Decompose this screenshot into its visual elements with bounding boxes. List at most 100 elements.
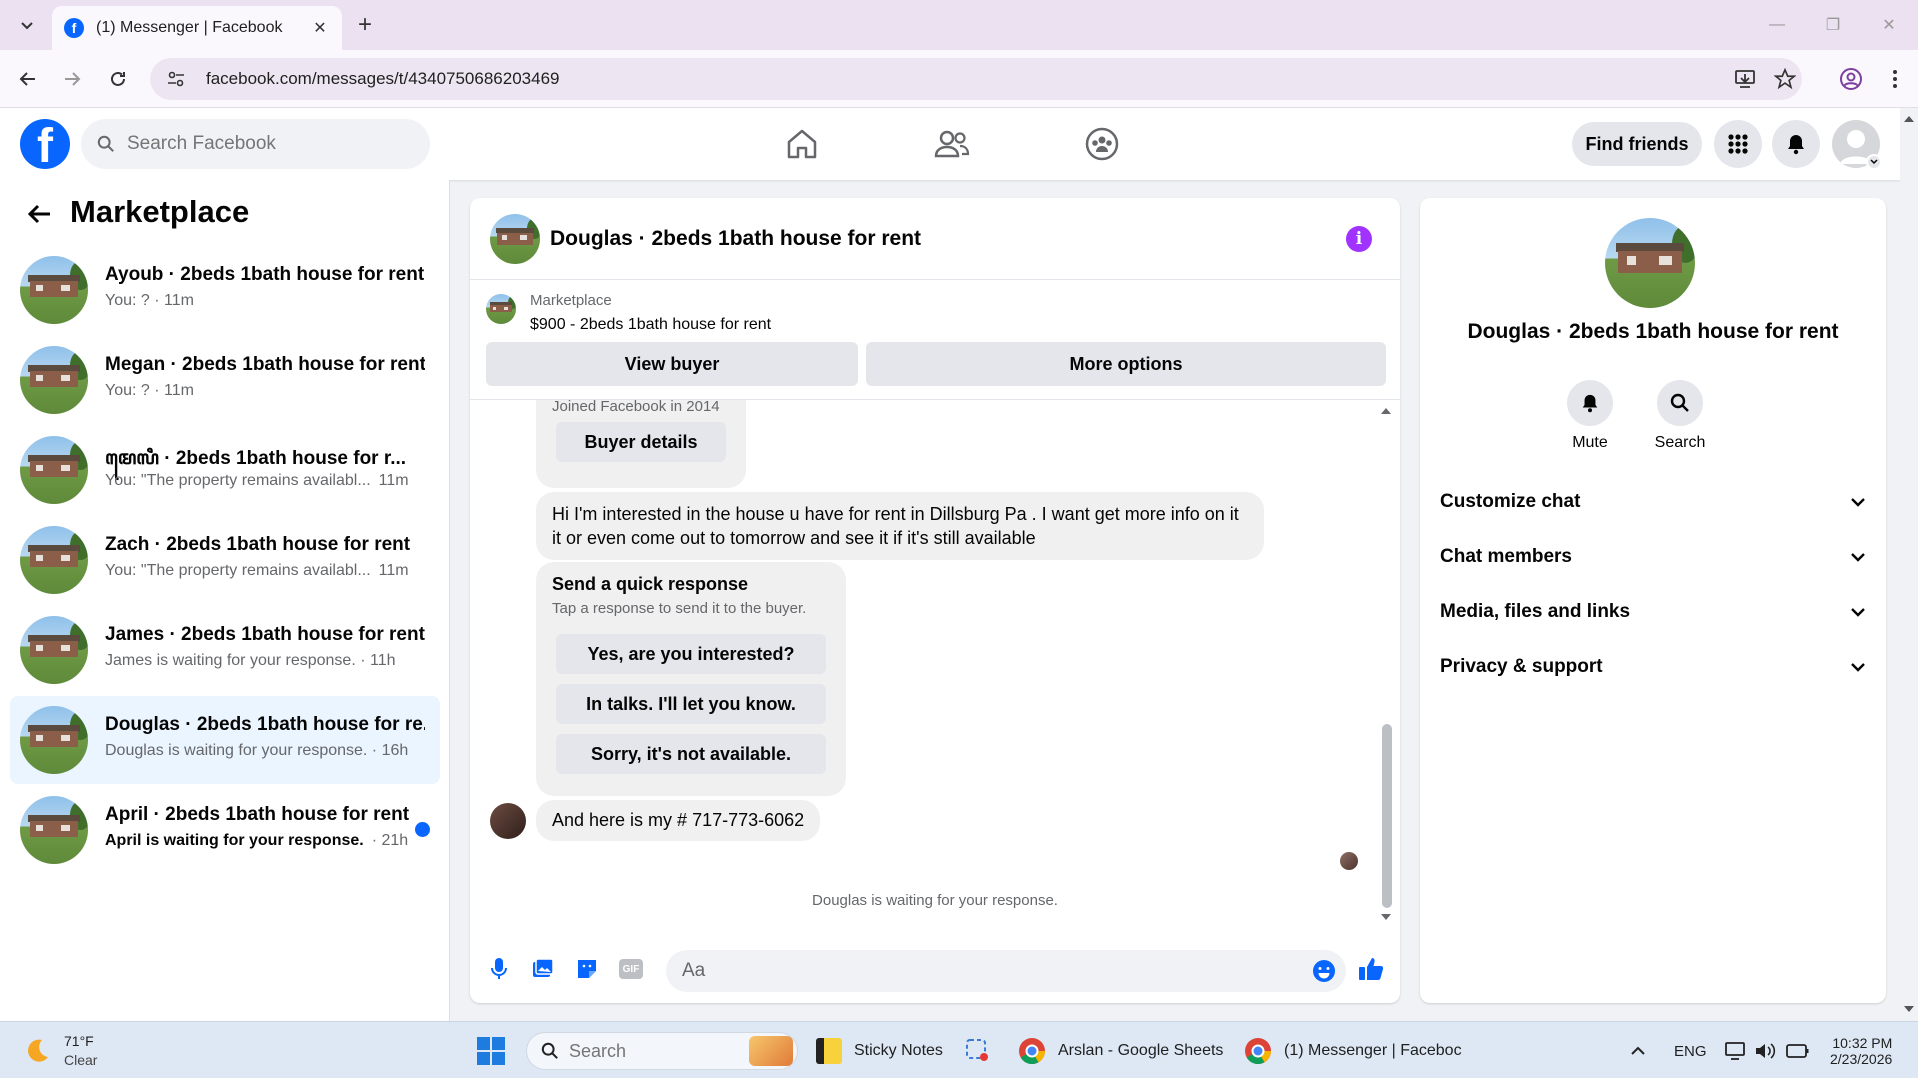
restore-icon[interactable]: ❐ [1818,12,1848,38]
new-tab-icon[interactable]: + [352,11,378,38]
menu-grid-icon[interactable] [1714,120,1762,168]
seen-receipt-avatar [1340,852,1358,870]
conversation-thumbnail [20,256,88,324]
quick-response-button[interactable]: In talks. I'll let you know. [556,684,826,724]
find-friends-button[interactable]: Find friends [1572,122,1702,166]
conversation-item[interactable]: ꦩꦺꦭꦶ · 2beds 1bath house for r... You: "T… [10,426,440,514]
search-input[interactable] [127,133,407,155]
message-scroll-thumb[interactable] [1382,724,1392,908]
scroll-up-icon[interactable] [1378,404,1394,418]
conversation-preview: You: "The property remains availabl... 11… [105,562,435,580]
browser-menu-icon[interactable] [1880,64,1910,94]
facebook-header: f Find friends [0,108,1900,180]
quick-response-button[interactable]: Sorry, it's not available. [556,734,826,774]
conversation-item[interactable]: Zach · 2beds 1bath house for rent You: "T… [10,516,440,604]
moon-icon [28,1039,48,1062]
quick-response-button[interactable]: Yes, are you interested? [556,634,826,674]
reload-icon[interactable] [102,63,134,95]
conversation-item[interactable]: Ayoub · 2beds 1bath house for rent You: ?… [10,246,440,334]
listing-title[interactable]: $900 - 2beds 1bath house for rent [530,316,771,334]
preview-text: You: "The property remains availabl... [105,562,371,579]
conversation-item[interactable]: Douglas · 2beds 1bath house for re... Dou… [10,696,440,784]
chat-info-panel: Douglas · 2beds 1bath house for rent Mut… [1420,198,1886,1003]
facebook-search[interactable] [81,119,430,169]
chevron-down-icon [1851,498,1865,507]
info-icon[interactable]: i [1346,226,1372,252]
volume-icon[interactable] [1754,1028,1776,1074]
conversation-name: Ayoub · 2beds 1bath house for rent [105,264,425,285]
groups-icon[interactable] [1072,122,1132,166]
google-sheets-chrome-app[interactable]: Arslan - Google Sheets [1018,1028,1223,1074]
listing-thumbnail[interactable] [486,294,516,324]
conversation-name: Zach · 2beds 1bath house for rent [105,534,411,555]
scroll-down-icon[interactable] [1378,910,1394,924]
marketplace-sidebar: Marketplace Ayoub · 2beds 1bath house fo… [0,180,450,1021]
window-close-icon[interactable]: ✕ [1874,12,1904,38]
message-composer: GIF [470,938,1400,1002]
sticky-notes-app[interactable]: Sticky Notes [816,1028,943,1074]
browser-tab-active[interactable]: f (1) Messenger | Facebook ✕ [52,6,342,50]
notifications-bell-icon[interactable] [1772,120,1820,168]
conversation-preview: You: ? · 11m [105,292,435,310]
friends-icon[interactable] [922,122,982,166]
listing-thumbnail[interactable] [490,214,540,264]
message-thread[interactable]: Joined Facebook in 2014 Buyer details Hi… [470,400,1400,920]
windows-start-icon[interactable] [476,1028,506,1074]
conversation-thumbnail [20,796,88,864]
mute-button[interactable]: Mute [1550,380,1630,452]
conversation-item[interactable]: James · 2beds 1bath house for rent James … [10,606,440,694]
like-thumb-icon[interactable] [1356,954,1386,984]
forward-arrow-icon[interactable] [56,63,88,95]
minimize-icon[interactable]: — [1762,12,1792,38]
tab-search-chevron-icon[interactable] [14,12,40,38]
search-icon [541,1042,558,1059]
language-indicator[interactable]: ENG [1674,1028,1707,1074]
microphone-icon[interactable] [484,954,514,984]
conversation-item[interactable]: April · 2beds 1bath house for rent April … [10,786,440,874]
search-icon [97,135,114,152]
weather-temp: 71°F [64,1033,94,1049]
network-icon[interactable] [1724,1028,1746,1074]
weather-widget[interactable]: 71°F Clear [22,1028,97,1074]
back-arrow-icon[interactable] [12,63,44,95]
privacy-support-section[interactable]: Privacy & support [1436,642,1870,692]
snipping-tool-app[interactable] [964,1028,992,1074]
facebook-logo-icon[interactable]: f [20,119,70,169]
chat-title[interactable]: Douglas · 2beds 1bath house for rent [550,227,921,251]
photo-icon[interactable] [528,954,558,984]
taskbar-search[interactable] [526,1032,798,1070]
address-bar[interactable]: facebook.com/messages/t/4340750686203469 [150,58,1802,100]
buyer-details-button[interactable]: Buyer details [556,422,726,462]
media-files-section[interactable]: Media, files and links [1436,587,1870,637]
listing-thumbnail[interactable] [1605,218,1695,308]
more-options-button[interactable]: More options [866,342,1386,386]
bookmark-star-icon[interactable] [1770,64,1800,94]
battery-icon[interactable] [1786,1028,1810,1074]
emoji-icon[interactable] [1312,959,1336,983]
taskbar-search-input[interactable] [569,1040,749,1062]
message-bubble: Hi I'm interested in the house u have fo… [536,492,1264,560]
sticker-icon[interactable] [572,954,602,984]
gif-icon[interactable]: GIF [616,954,646,984]
account-chevron-icon[interactable] [1866,154,1882,170]
show-hidden-icons-chevron-icon[interactable] [1630,1028,1646,1074]
page-scrollbar[interactable] [1900,108,1918,1021]
chat-members-section[interactable]: Chat members [1436,532,1870,582]
profile-icon[interactable] [1836,64,1866,94]
customize-chat-section[interactable]: Customize chat [1436,477,1870,527]
sender-avatar[interactable] [490,803,526,839]
search-in-chat-button[interactable]: Search [1640,380,1720,452]
message-input-wrapper[interactable] [666,950,1346,992]
chevron-down-icon [1851,608,1865,617]
messenger-chrome-app[interactable]: (1) Messenger | Faceboc [1244,1028,1462,1074]
back-arrow-icon[interactable] [26,200,54,228]
view-buyer-button[interactable]: View buyer [486,342,858,386]
conversation-item[interactable]: Megan · 2beds 1bath house for rent You: ?… [10,336,440,424]
site-settings-icon[interactable] [166,69,186,89]
message-input[interactable] [682,960,1282,982]
quick-response-title: Send a quick response [552,574,749,594]
clock[interactable]: 10:32 PM 2/23/2026 [1830,1028,1892,1074]
home-icon[interactable] [772,122,832,166]
install-app-icon[interactable] [1730,64,1760,94]
tab-close-icon[interactable]: ✕ [310,18,330,38]
